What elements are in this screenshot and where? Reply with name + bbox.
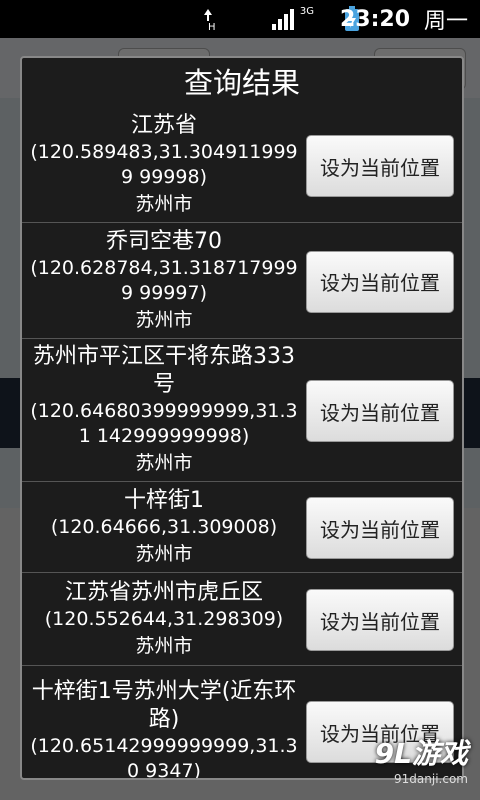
set-current-location-button[interactable]: 设为当前位置 — [306, 250, 454, 313]
status-bar: H 3G 23:20 周一 — [0, 0, 480, 38]
data-transfer-icon: H — [204, 0, 220, 38]
query-results-dialog: 查询结果 江苏省 (120.589483,31.3049119999 99998… — [20, 56, 464, 780]
result-name: 十梓街1 — [124, 487, 204, 513]
list-item[interactable]: 江苏省 (120.589483,31.3049119999 99998) 苏州市… — [22, 108, 462, 223]
set-current-location-button[interactable]: 设为当前位置 — [306, 589, 454, 651]
watermark-url: 91danji.com — [394, 772, 468, 786]
result-coordinates: (120.589483,31.3049119999 99998) — [30, 141, 298, 188]
list-item[interactable]: 乔司空巷70 (120.628784,31.3187179999 99997) … — [22, 223, 462, 339]
result-city: 苏州市 — [135, 542, 193, 565]
results-list: 江苏省 (120.589483,31.3049119999 99998) 苏州市… — [22, 108, 462, 780]
result-city: 苏州市 — [135, 308, 193, 331]
result-name: 江苏省 — [130, 113, 197, 138]
list-item[interactable]: 江苏省苏州市虎丘区 (120.552644,31.298309) 苏州市 设为当… — [22, 573, 462, 666]
signal-strength-icon — [270, 0, 298, 38]
list-item[interactable]: 苏州市平江区干将东路333号 (120.64680399999999,31.31… — [22, 339, 462, 482]
set-current-location-button[interactable]: 设为当前位置 — [306, 380, 454, 442]
clock-day: 周一 — [423, 9, 468, 34]
result-coordinates: (120.64666,31.309008) — [50, 515, 278, 538]
result-name: 乔司空巷70 — [106, 228, 222, 254]
result-text: 苏州市平江区干将东路333号 (120.64680399999999,31.31… — [26, 339, 302, 481]
watermark-logo: 9L游戏 — [374, 737, 468, 770]
result-coordinates: (120.552644,31.298309) — [44, 607, 284, 630]
svg-text:H: H — [208, 22, 216, 31]
network-type-indicator: 3G — [299, 5, 314, 17]
result-text: 乔司空巷70 (120.628784,31.3187179999 99997) … — [26, 223, 302, 338]
result-city: 苏州市 — [135, 452, 193, 474]
clock-time: 23:20 — [339, 6, 410, 32]
result-name: 苏州市平江区干将东路333号 — [33, 344, 295, 397]
result-text: 十梓街1 (120.64666,31.309008) 苏州市 — [26, 482, 302, 572]
result-name: 江苏省苏州市虎丘区 — [64, 579, 263, 605]
result-coordinates: (120.64680399999999,31.31 142999999998) — [30, 400, 298, 447]
dialog-title: 查询结果 — [183, 66, 300, 100]
set-current-location-button[interactable]: 设为当前位置 — [306, 497, 454, 559]
list-item[interactable]: 十梓街1 (120.64666,31.309008) 苏州市 设为当前位置 — [22, 482, 462, 573]
result-text: 江苏省苏州市虎丘区 (120.552644,31.298309) 苏州市 — [26, 573, 302, 665]
result-coordinates: (120.65142999999999,31.30 9347) — [30, 735, 298, 780]
set-current-location-button[interactable]: 设为当前位置 — [306, 135, 454, 197]
result-text: 江苏省 (120.589483,31.3049119999 99998) 苏州市 — [26, 108, 302, 222]
result-coordinates: (120.628784,31.3187179999 99997) — [30, 256, 298, 304]
result-city: 苏州市 — [135, 634, 193, 657]
result-text: 十梓街1号苏州大学(近东环路) (120.65142999999999,31.3… — [26, 666, 302, 780]
watermark: 9L游戏 91danji.com — [375, 732, 468, 786]
result-name: 十梓街1号苏州大学(近东环路) — [31, 679, 297, 732]
result-city: 苏州市 — [135, 193, 193, 215]
